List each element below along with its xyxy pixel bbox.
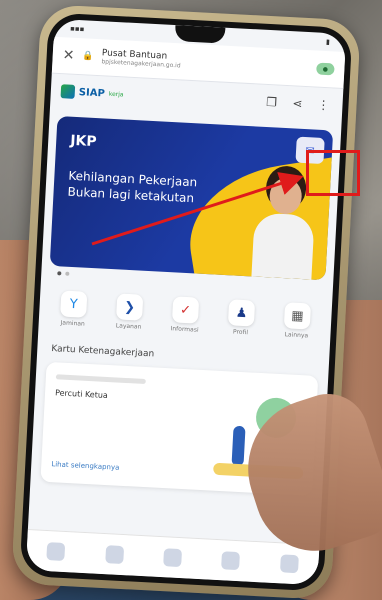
highlight-box bbox=[306, 150, 360, 196]
arrow-icon: ❯ bbox=[115, 293, 144, 321]
menu-label: Lainnya bbox=[284, 331, 309, 340]
promo-banner[interactable]: JKP Kehilangan Pekerjaan Bukan lagi keta… bbox=[49, 116, 334, 281]
nav-home-icon[interactable] bbox=[46, 542, 66, 561]
check-icon: ✓ bbox=[171, 296, 200, 324]
status-left-icons: ▪▪▪ bbox=[69, 24, 85, 34]
nav-wallet-icon[interactable] bbox=[163, 548, 183, 568]
logo-text: SIAP bbox=[78, 86, 106, 99]
carousel-dot[interactable] bbox=[57, 271, 62, 276]
share-icon[interactable]: ⋖ bbox=[288, 96, 307, 111]
grid-icon: ▦ bbox=[283, 302, 312, 330]
url-text[interactable]: Pusat Bantuan bpjsketenagakerjaan.go.id bbox=[101, 48, 181, 70]
banner-brand: JKP bbox=[69, 132, 97, 151]
menu-item-informasi[interactable]: ✓ Informasi bbox=[159, 296, 211, 335]
app-logo: SIAP kerja bbox=[60, 84, 124, 101]
nav-profile-icon[interactable] bbox=[279, 554, 299, 574]
menu-item-profil[interactable]: ♟ Profil bbox=[215, 299, 267, 338]
card-title: Percuti Ketua bbox=[54, 388, 109, 401]
person-icon: ♟ bbox=[227, 299, 256, 327]
more-icon[interactable]: ⋮ bbox=[314, 97, 333, 113]
battery-icon: ▮ bbox=[325, 37, 331, 47]
tab-badge-icon[interactable]: ● bbox=[316, 62, 335, 76]
menu-label: Layanan bbox=[115, 322, 142, 331]
menu-item-layanan[interactable]: ❯ Layanan bbox=[103, 293, 155, 332]
carousel-dot[interactable] bbox=[65, 271, 70, 276]
card-link[interactable]: Lihat selengkapnya bbox=[51, 460, 119, 472]
lock-icon: 🔒 bbox=[82, 51, 94, 62]
nav-info-icon[interactable] bbox=[221, 551, 241, 571]
logo-sub: kerja bbox=[108, 90, 124, 98]
menu-label: Profil bbox=[232, 328, 249, 337]
menu-label: Jaminan bbox=[60, 319, 86, 328]
bookmark-icon[interactable]: ❐ bbox=[262, 95, 281, 110]
menu-item-jaminan[interactable]: Y Jaminan bbox=[48, 290, 100, 329]
card-placeholder-line bbox=[55, 374, 146, 385]
menu-label: Informasi bbox=[170, 325, 199, 334]
nav-card-icon[interactable] bbox=[104, 545, 124, 565]
y-icon: Y bbox=[60, 290, 88, 318]
banner-headline: Kehilangan Pekerjaan Bukan lagi ketakuta… bbox=[67, 168, 198, 205]
close-icon[interactable]: ✕ bbox=[62, 47, 75, 64]
menu-item-lainnya[interactable]: ▦ Lainnya bbox=[271, 302, 323, 341]
logo-mark-icon bbox=[60, 84, 76, 99]
